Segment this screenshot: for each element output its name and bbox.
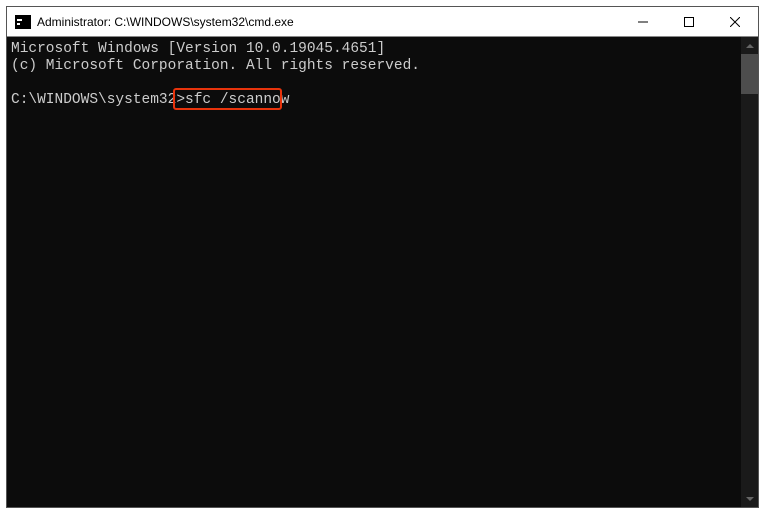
chevron-down-icon — [746, 497, 754, 501]
maximize-icon — [684, 17, 694, 27]
maximize-button[interactable] — [666, 7, 712, 36]
titlebar[interactable]: Administrator: C:\WINDOWS\system32\cmd.e… — [7, 7, 758, 37]
console-area: Microsoft Windows [Version 10.0.19045.46… — [7, 37, 758, 507]
chevron-up-icon — [746, 44, 754, 48]
minimize-button[interactable] — [620, 7, 666, 36]
cmd-window: Administrator: C:\WINDOWS\system32\cmd.e… — [6, 6, 759, 508]
version-line: Microsoft Windows [Version 10.0.19045.46… — [11, 41, 385, 57]
scroll-up-button[interactable] — [741, 37, 758, 54]
command-text[interactable]: sfc /scannow — [185, 92, 289, 108]
scroll-down-button[interactable] — [741, 490, 758, 507]
prompt-text: C:\WINDOWS\system32> — [11, 92, 185, 108]
window-controls — [620, 7, 758, 36]
cmd-icon — [15, 15, 31, 29]
scroll-thumb[interactable] — [741, 54, 758, 94]
console-output[interactable]: Microsoft Windows [Version 10.0.19045.46… — [7, 37, 741, 507]
copyright-line: (c) Microsoft Corporation. All rights re… — [11, 58, 420, 74]
close-icon — [730, 17, 740, 27]
minimize-icon — [638, 17, 648, 27]
vertical-scrollbar[interactable] — [741, 37, 758, 507]
window-title: Administrator: C:\WINDOWS\system32\cmd.e… — [37, 15, 620, 29]
close-button[interactable] — [712, 7, 758, 36]
